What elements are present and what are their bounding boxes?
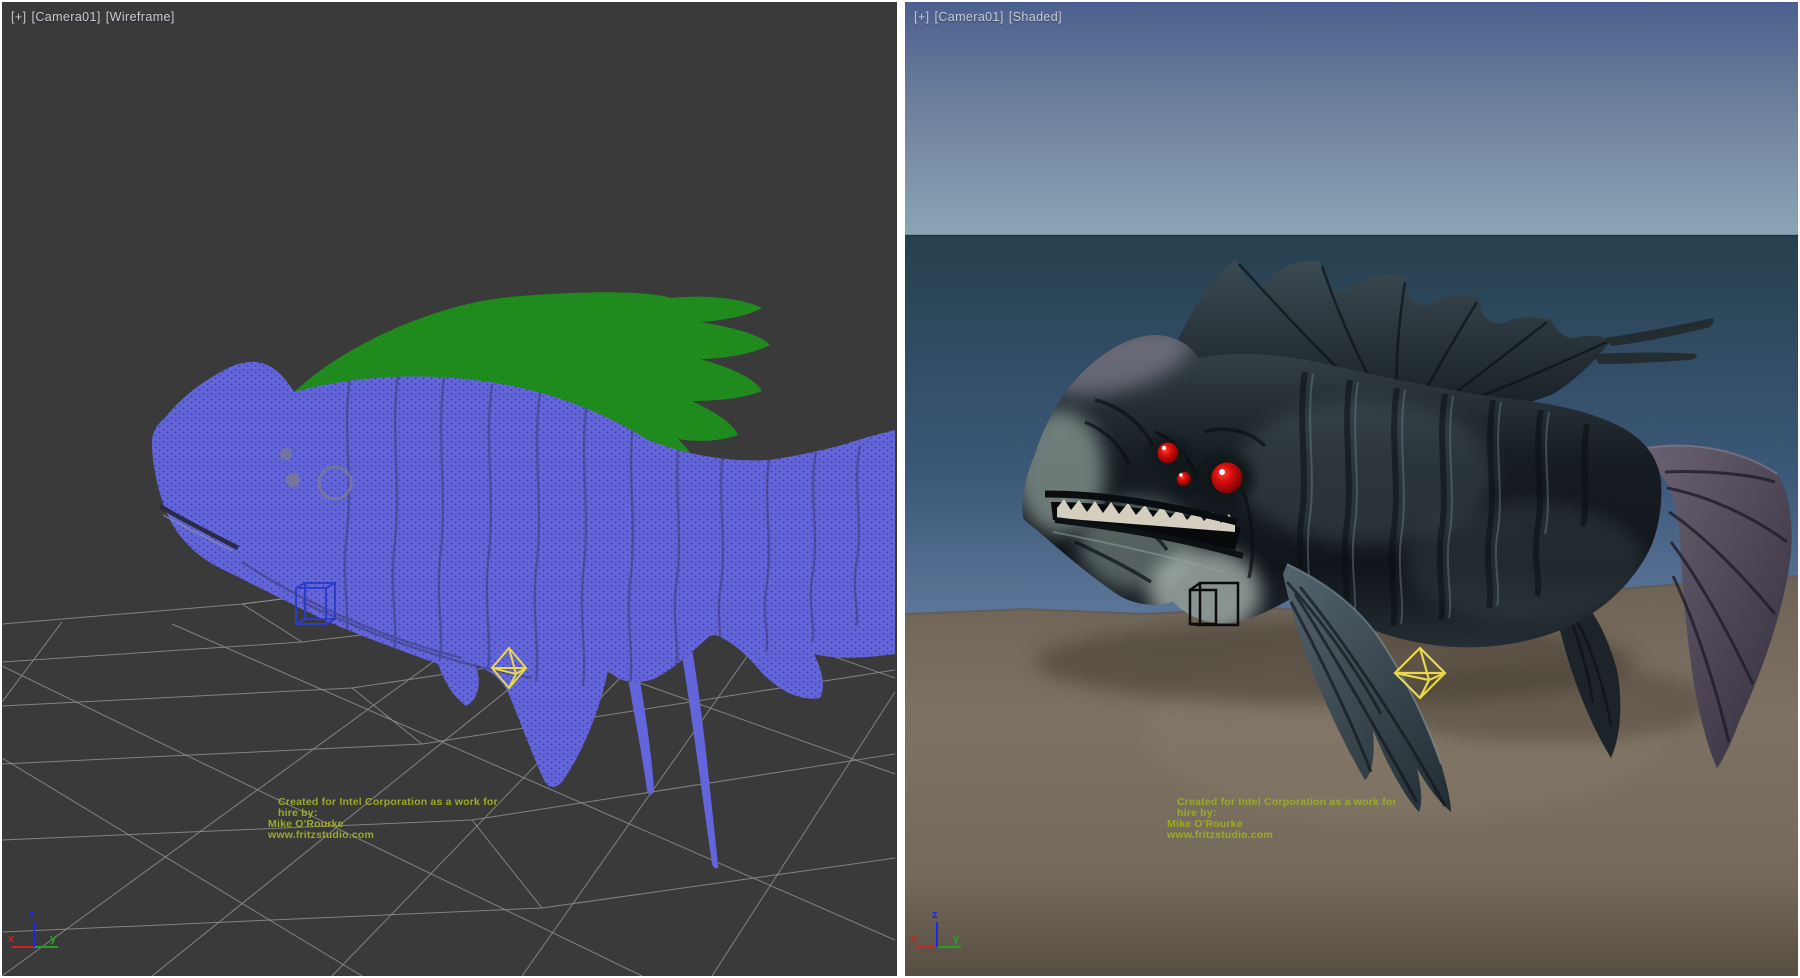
- sky: [905, 2, 1798, 235]
- viewport-menu-shading[interactable]: [Shaded]: [1009, 10, 1062, 24]
- viewport-menu-general[interactable]: [+]: [11, 10, 26, 24]
- viewport-label: [+] [Camera01] [Wireframe]: [11, 10, 180, 24]
- viewport-menu-general[interactable]: [+]: [914, 10, 929, 24]
- axis-z-label: z: [932, 909, 938, 921]
- viewport-wireframe[interactable]: [+] [Camera01] [Wireframe] Created for Int…: [2, 2, 897, 976]
- watermark-line3: www.fritzstudio.com: [268, 830, 518, 841]
- axis-z-label: z: [29, 909, 35, 921]
- axis-x-label: x: [911, 933, 918, 945]
- viewport-menu-shading[interactable]: [Wireframe]: [106, 10, 175, 24]
- watermark-line1: Created for Intel Corporation as a work …: [278, 797, 518, 819]
- app-window: [+] [Camera01] [Wireframe] Created for Int…: [0, 0, 1800, 978]
- watermark-line3: www.fritzstudio.com: [1167, 830, 1417, 841]
- viewport-splitter-bar[interactable]: [897, 0, 905, 978]
- viewport-shaded[interactable]: [+] [Camera01] [Shaded] Created for Intel …: [905, 2, 1798, 976]
- axis-y-label: y: [953, 933, 960, 945]
- axis-x-label: x: [8, 933, 15, 945]
- viewport-label: [+] [Camera01] [Shaded]: [914, 10, 1067, 24]
- world-axis-tripod: x y z: [909, 904, 973, 966]
- watermark-line1: Created for Intel Corporation as a work …: [1177, 797, 1417, 819]
- watermark-text: Created for Intel Corporation as a work …: [268, 797, 518, 841]
- watermark-text: Created for Intel Corporation as a work …: [1167, 797, 1417, 841]
- axis-y-label: y: [50, 933, 57, 945]
- viewport-menu-camera[interactable]: [Camera01]: [934, 10, 1003, 24]
- world-axis-tripod: x y z: [6, 904, 70, 966]
- viewport-menu-camera[interactable]: [Camera01]: [31, 10, 100, 24]
